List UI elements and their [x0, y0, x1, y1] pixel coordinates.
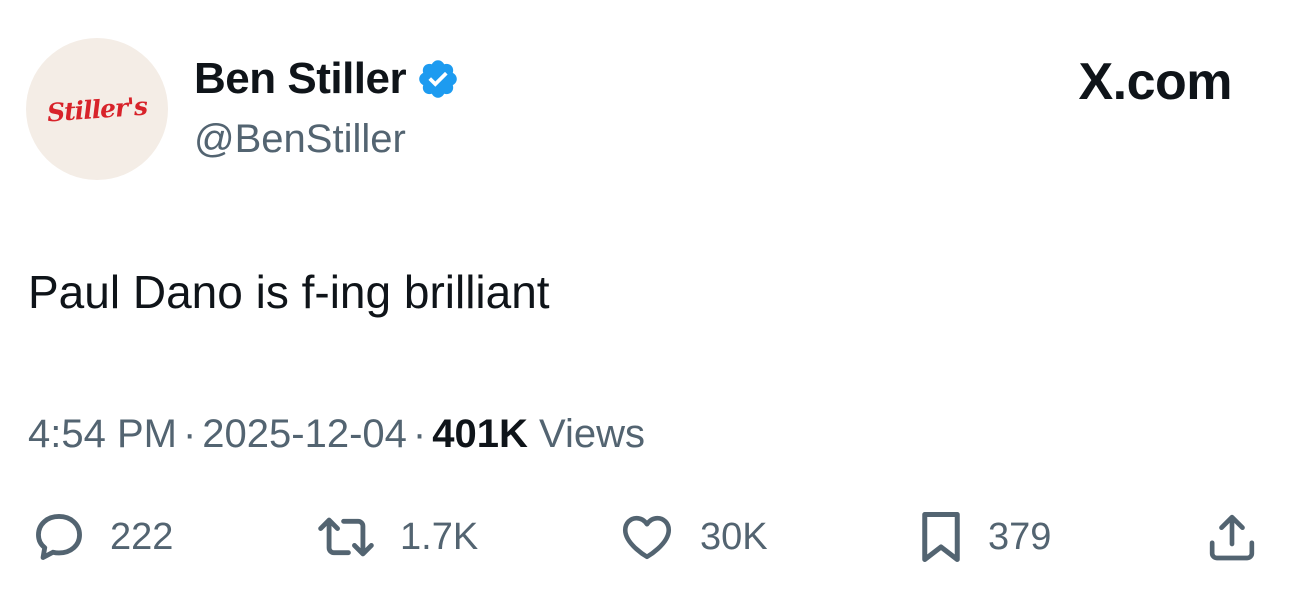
- bookmark-button[interactable]: 379: [916, 505, 1051, 569]
- avatar[interactable]: Stiller's: [26, 38, 168, 180]
- avatar-logo-text: Stiller's: [46, 91, 148, 127]
- meta-separator: ·: [182, 412, 197, 456]
- share-button[interactable]: [1204, 505, 1260, 569]
- repost-arrows-icon: [314, 508, 378, 566]
- share-upload-icon: [1204, 508, 1260, 566]
- site-logo-label: X.com: [1078, 53, 1232, 111]
- meta-separator: ·: [412, 412, 427, 456]
- repost-count: 1.7K: [400, 516, 479, 558]
- heart-icon: [616, 508, 678, 566]
- repost-button[interactable]: 1.7K: [314, 505, 478, 569]
- tweet-text: Paul Dano is f-ing brilliant: [28, 266, 550, 318]
- tweet-time[interactable]: 4:54 PM: [28, 412, 177, 456]
- bookmark-icon: [916, 506, 966, 568]
- views-label: Views: [538, 412, 645, 456]
- author-display-name[interactable]: Ben Stiller: [194, 52, 407, 106]
- reply-count: 222: [110, 516, 174, 558]
- author-handle[interactable]: @BenStiller: [194, 113, 406, 165]
- speech-bubble-icon: [30, 508, 88, 566]
- like-button[interactable]: 30K: [616, 505, 768, 569]
- tweet-meta: 4:54 PM · 2025-12-04 · 401K Views: [28, 408, 645, 460]
- action-bar: 222 1.7K 30K 379: [0, 505, 1290, 569]
- tweet-date[interactable]: 2025-12-04: [202, 412, 407, 456]
- tweet-card: Stiller's Ben Stiller @BenStiller X.com …: [0, 0, 1290, 607]
- bookmark-count: 379: [988, 516, 1052, 558]
- author-name-row: Ben Stiller: [194, 52, 460, 106]
- reply-button[interactable]: 222: [30, 505, 173, 569]
- views-count: 401K: [432, 412, 528, 456]
- like-count: 30K: [700, 516, 768, 558]
- verified-badge-icon: [416, 57, 460, 101]
